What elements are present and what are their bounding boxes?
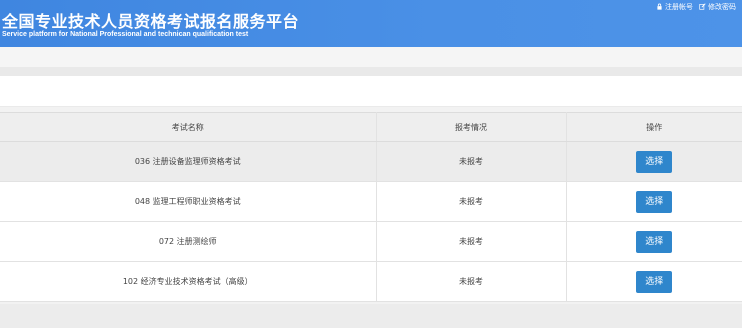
site-header: 全国专业技术人员资格考试报名服务平台 Service platform for … (0, 0, 742, 47)
select-button[interactable]: 选择 (636, 230, 673, 253)
action-cell: 选择 (566, 181, 742, 222)
exam-name-cell: 036 注册设备监理师资格考试 (0, 141, 377, 182)
table-header-row: 考试名称 报考情况 操作 (0, 112, 742, 142)
status-cell: 未报考 (376, 141, 567, 182)
select-button[interactable]: 选择 (636, 150, 673, 173)
register-link-label: 注册帐号 (665, 3, 693, 11)
action-cell: 选择 (566, 141, 742, 182)
register-link[interactable]: 注册帐号 (656, 2, 693, 12)
change-password-link-label: 修改密码 (708, 3, 736, 11)
column-header-exam-name: 考试名称 (0, 112, 377, 142)
exam-name-cell: 048 监理工程师职业资格考试 (0, 181, 377, 222)
lock-icon (656, 3, 663, 12)
select-button[interactable]: 选择 (636, 190, 673, 213)
action-cell: 选择 (566, 221, 742, 262)
select-button[interactable]: 选择 (636, 270, 673, 293)
top-links: 注册帐号 修改密码 (656, 1, 736, 13)
status-cell: 未报考 (376, 221, 567, 262)
table-row: 048 监理工程师职业资格考试 未报考 选择 (0, 181, 742, 222)
column-header-action: 操作 (566, 112, 742, 142)
table-row: 072 注册测绘师 未报考 选择 (0, 221, 742, 262)
status-cell: 未报考 (376, 261, 567, 302)
action-cell: 选择 (566, 261, 742, 302)
table-row: 036 注册设备监理师资格考试 未报考 选择 (0, 141, 742, 182)
status-cell: 未报考 (376, 181, 567, 222)
content-panel (0, 76, 742, 107)
divider-band (0, 67, 742, 76)
top-band (0, 47, 742, 67)
table-row: 102 经济专业技术资格考试（高级） 未报考 选择 (0, 261, 742, 302)
site-title: 全国专业技术人员资格考试报名服务平台 (2, 12, 300, 31)
site-subtitle: Service platform for National Profession… (2, 31, 249, 38)
exam-name-cell: 072 注册测绘师 (0, 221, 377, 262)
change-password-link[interactable]: 修改密码 (699, 2, 736, 12)
footer-band (0, 304, 742, 328)
exam-table: 考试名称 报考情况 操作 036 注册设备监理师资格考试 未报考 选择 048 … (0, 112, 742, 302)
exam-name-cell: 102 经济专业技术资格考试（高级） (0, 261, 377, 302)
edit-icon (699, 2, 706, 12)
column-header-status: 报考情况 (376, 112, 567, 142)
